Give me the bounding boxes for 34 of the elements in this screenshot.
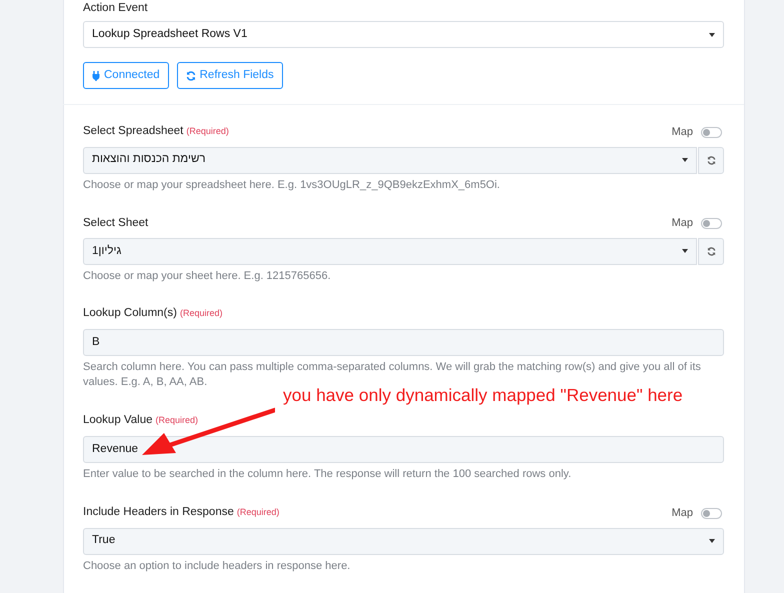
select-field[interactable]: Lookup Spreadsheet Rows V1 [83, 21, 724, 48]
map-toggle[interactable] [701, 218, 722, 229]
field-label: Include Headers in Response [83, 506, 234, 518]
input-field[interactable]: Revenue [83, 436, 724, 464]
help-text: Search column here. You can pass multiple comma-separated columns. We will grab the matching row(s) and give you all of its values. E.g. A, B, AA, AB. [83, 360, 702, 388]
field-label: Select Sheet [83, 216, 148, 230]
select-field[interactable]: True [83, 528, 724, 554]
refresh-icon [186, 70, 196, 81]
help-text: Choose or map your sheet here. E.g. 1215765656. [83, 268, 332, 284]
help-text: Choose an option to include headers in response here. [83, 558, 352, 574]
required-tag: (Required) [186, 126, 229, 136]
help-text: Choose or map your spreadsheet here. E.g. 1vs3OUgLR_z_9QB9ekzExhmX_6m5Oi. [83, 178, 501, 192]
required-tag: (Required) [236, 507, 280, 518]
required-tag: (Required) [155, 415, 198, 425]
map-label: Map [672, 506, 693, 521]
map-toggle[interactable] [701, 126, 722, 138]
refresh-icon [706, 156, 716, 164]
refresh-icon [706, 246, 716, 256]
required-tag: (Required) [180, 308, 222, 318]
field-label: Select Spreadsheet [83, 125, 184, 138]
refresh-button[interactable] [698, 238, 724, 265]
map-toggle[interactable] [701, 508, 722, 519]
field-label: Lookup Value [83, 414, 152, 426]
field-label: Lookup Column(s) [83, 306, 177, 319]
select-field[interactable]: רשימת הכנסות והוצאות [83, 146, 697, 174]
select-field[interactable]: גיליון1 [83, 238, 697, 265]
field-label: Action Event [83, 1, 149, 16]
input-field[interactable]: B [83, 329, 724, 356]
refresh-button[interactable] [698, 146, 724, 174]
help-text: Enter value to be searched in the column here. The response will return the 100 searched rows only. [83, 467, 572, 482]
map-label: Map [672, 125, 693, 140]
map-label: Map [672, 216, 693, 232]
annotation-text: you have only dynamically mapped "Revenue" here [283, 387, 683, 404]
plug-icon [92, 70, 100, 81]
